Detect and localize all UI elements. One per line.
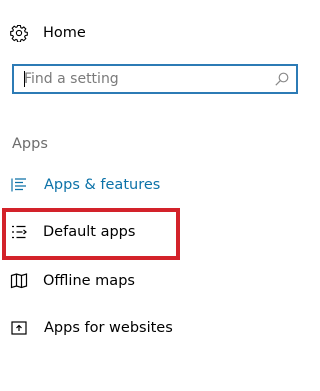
search-box[interactable] [12, 64, 298, 94]
map-icon [10, 272, 28, 290]
search-input[interactable] [14, 66, 272, 92]
list-icon [10, 176, 28, 194]
gear-icon [10, 24, 28, 42]
nav-item-apps-features[interactable]: Apps & features [0, 165, 313, 205]
nav-item-apps-for-websites[interactable]: Apps for websites [0, 308, 313, 348]
nav-item-offline-maps[interactable]: Offline maps [0, 261, 313, 301]
open-in-window-icon [10, 319, 28, 337]
nav-item-default-apps[interactable]: Default apps [0, 212, 313, 252]
nav-item-default-apps-label: Default apps [43, 224, 136, 240]
nav-item-offline-maps-label: Offline maps [43, 273, 135, 289]
section-header-apps: Apps [12, 136, 48, 152]
text-caret [24, 71, 25, 87]
nav-item-home-label: Home [43, 25, 86, 41]
search-icon[interactable] [274, 71, 290, 87]
nav-item-apps-for-websites-label: Apps for websites [44, 320, 173, 336]
settings-nav-pane: Home Apps Apps & features [0, 0, 313, 391]
nav-item-apps-features-label: Apps & features [44, 177, 161, 193]
default-apps-list-icon [10, 223, 28, 241]
nav-item-home[interactable]: Home [0, 13, 313, 53]
